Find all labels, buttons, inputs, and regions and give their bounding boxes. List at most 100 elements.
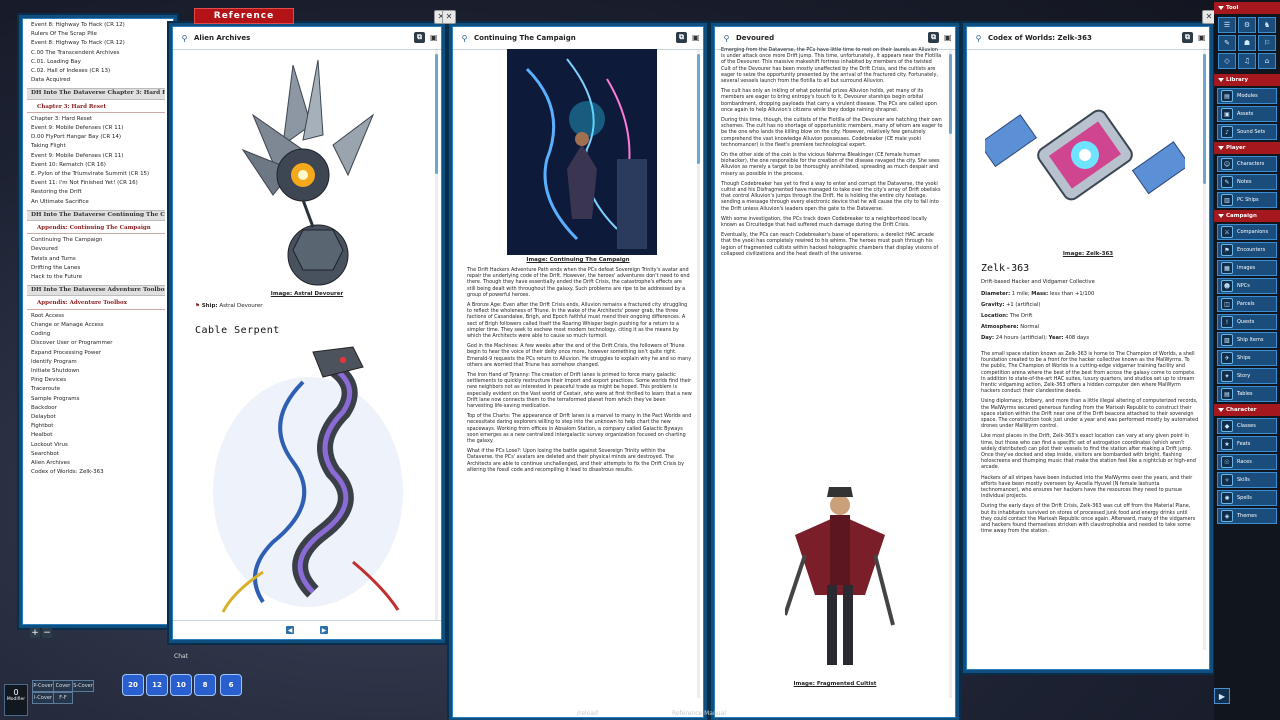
d20-dice[interactable]: 20: [122, 674, 144, 696]
link-icon[interactable]: ⧉: [1182, 32, 1193, 43]
reference-chapter-header[interactable]: Appendix: Continuing The Campaign: [27, 224, 165, 235]
tool-button-icon[interactable]: ⌂: [1258, 53, 1276, 69]
reference-list-item[interactable]: Rulers Of The Scrap Pile: [27, 30, 165, 39]
reference-list-item[interactable]: Traceroute: [27, 385, 165, 394]
reference-list-item[interactable]: Event 11: I'm Not Finished Yet! (CR 16): [27, 179, 165, 188]
reference-list-item[interactable]: Taking Flight: [27, 142, 165, 151]
sidebar-item-pc-ships[interactable]: ▥ PC Ships: [1217, 192, 1277, 208]
sidebar-item-story[interactable]: ✦ Story: [1217, 368, 1277, 384]
chat-toggle-button[interactable]: ▶: [1214, 688, 1230, 704]
sidebar-item-sound-sets[interactable]: ♪ Sound Sets: [1217, 124, 1277, 140]
sidebar-item-themes[interactable]: ◈ Themes: [1217, 508, 1277, 524]
tool-button-icon[interactable]: ⚙: [1238, 17, 1256, 33]
s-cover-button[interactable]: S-Cover: [72, 680, 94, 692]
d10-dice[interactable]: 10: [170, 674, 192, 696]
d12-dice[interactable]: 12: [146, 674, 168, 696]
reference-list-item[interactable]: Root Access: [27, 312, 165, 321]
reference-list-item[interactable]: Change or Manage Access: [27, 321, 165, 330]
lock-icon[interactable]: ▣: [944, 33, 952, 43]
reference-list-item[interactable]: Healbot: [27, 431, 165, 440]
reference-list-item[interactable]: C.02. Hall of Indexes (CR 13): [27, 67, 165, 76]
reference-list-item[interactable]: Event 10: Rematch (CR 16): [27, 161, 165, 170]
reference-list-item[interactable]: Searchbot: [27, 450, 165, 459]
sidebar-item-npcs[interactable]: ☻ NPCs: [1217, 278, 1277, 294]
reference-close-button[interactable]: ✕: [442, 10, 456, 24]
sidebar-section-header[interactable]: Player: [1214, 142, 1280, 154]
campaign-scrollbar[interactable]: [697, 50, 700, 698]
reference-list-item[interactable]: Expand Processing Power: [27, 349, 165, 358]
sidebar-item-spells[interactable]: ✺ Spells: [1217, 490, 1277, 506]
reference-list-item[interactable]: Initiate Shutdown: [27, 367, 165, 376]
sidebar-item-modules[interactable]: ▤ Modules: [1217, 88, 1277, 104]
tool-button-icon[interactable]: ✎: [1218, 35, 1236, 51]
tool-button-icon[interactable]: ◇: [1218, 53, 1236, 69]
cover-button[interactable]: Cover: [53, 680, 73, 692]
alien-archives-scrollbar[interactable]: [435, 50, 438, 620]
reference-list-item[interactable]: Data Acquired: [27, 76, 165, 85]
reference-list-item[interactable]: D.00 FlyPort Hangar Bay (CR 14): [27, 133, 165, 142]
sidebar-item-parcels[interactable]: ◫ Parcels: [1217, 296, 1277, 312]
p-cover-button[interactable]: P-Cover: [32, 680, 54, 692]
sidebar-item-feats[interactable]: ★ Feats: [1217, 436, 1277, 452]
sidebar-item-skills[interactable]: ✧ Skills: [1217, 472, 1277, 488]
reference-list-item[interactable]: Codex of Worlds: Zelk-363: [27, 468, 165, 477]
sidebar-item-ship-items[interactable]: ▨ Ship Items: [1217, 332, 1277, 348]
sidebar-item-ships[interactable]: ✈ Ships: [1217, 350, 1277, 366]
reference-group-header[interactable]: DH Into The Dataverse Continuing The Can: [27, 209, 165, 222]
link-icon[interactable]: ⧉: [414, 32, 425, 43]
prev-page-icon[interactable]: ◀: [286, 626, 294, 634]
reference-list-item[interactable]: Fightbot: [27, 422, 165, 431]
reference-list-item[interactable]: Delaybot: [27, 413, 165, 422]
codex-scrollbar[interactable]: [1203, 50, 1206, 650]
lock-icon[interactable]: ▣: [430, 33, 438, 43]
reference-list-item[interactable]: Devoured: [27, 245, 165, 254]
reference-list-item[interactable]: Twists and Turns: [27, 255, 165, 264]
reference-list-item[interactable]: Chapter 3: Hard Reset: [27, 115, 165, 124]
sidebar-item-characters[interactable]: ☺ Characters: [1217, 156, 1277, 172]
reference-list-item[interactable]: Lockout Virus: [27, 441, 165, 450]
link-icon[interactable]: ⧉: [676, 32, 687, 43]
sidebar-item-classes[interactable]: ◆ Classes: [1217, 418, 1277, 434]
reference-list-item[interactable]: Sample Programs: [27, 395, 165, 404]
lock-icon[interactable]: ▣: [692, 33, 700, 43]
sidebar-section-header[interactable]: Campaign: [1214, 210, 1280, 222]
reference-list-item[interactable]: Event 9: Mobile Defenses (CR 11): [27, 124, 165, 133]
reference-list-item[interactable]: Ping Devices: [27, 376, 165, 385]
devoured-scrollbar[interactable]: [949, 50, 952, 698]
sidebar-item-races[interactable]: ☉ Races: [1217, 454, 1277, 470]
lock-icon[interactable]: ▣: [1198, 33, 1206, 43]
tool-button-icon[interactable]: ♫: [1238, 53, 1256, 69]
reference-chapter-header[interactable]: Chapter 3: Hard Reset: [27, 103, 165, 113]
sidebar-item-companions[interactable]: ⚔ Companions: [1217, 224, 1277, 240]
modifier-box[interactable]: 0 Modifier: [4, 684, 28, 716]
reference-group-header[interactable]: DH Into The Dataverse Adventure Toolbox: [27, 285, 165, 297]
reference-list-item[interactable]: Identify Program: [27, 358, 165, 367]
d8-dice[interactable]: 8: [194, 674, 216, 696]
sidebar-item-quests[interactable]: ! Quests: [1217, 314, 1277, 330]
reference-list-item[interactable]: E. Pylon of the Triumvirate Summit (CR 1…: [27, 170, 165, 179]
d6-dice[interactable]: 6: [220, 674, 242, 696]
reference-add-button[interactable]: +: [30, 628, 40, 638]
sidebar-section-header[interactable]: Character: [1214, 404, 1280, 416]
reference-list-item[interactable]: Event 8: Highway To Hack (CR 12): [27, 21, 165, 30]
tool-button-icon[interactable]: ♞: [1258, 17, 1276, 33]
sidebar-section-header[interactable]: Library: [1214, 74, 1280, 86]
reference-list-item[interactable]: Hack to the Future: [27, 273, 165, 282]
tool-button-icon[interactable]: ☰: [1218, 17, 1236, 33]
reference-list-item[interactable]: Event 9: Mobile Defenses (CR 11): [27, 152, 165, 161]
link-icon[interactable]: ⧉: [928, 32, 939, 43]
flat-footed-button[interactable]: F-F: [53, 692, 73, 704]
reference-scrollbar[interactable]: [167, 42, 170, 605]
sidebar-item-tables[interactable]: ▤ Tables: [1217, 386, 1277, 402]
reference-list-item[interactable]: Backdoor: [27, 404, 165, 413]
reference-list-item[interactable]: C.00 The Transcendent Archives: [27, 49, 165, 58]
reference-list-item[interactable]: Event 8: Highway To Hack (CR 12): [27, 39, 165, 48]
i-cover-button[interactable]: I-Cover: [32, 692, 54, 704]
tool-button-icon[interactable]: ☗: [1238, 35, 1256, 51]
reference-group-header[interactable]: DH Into The Dataverse Chapter 3: Hard Re…: [27, 88, 165, 100]
sidebar-item-assets[interactable]: ▣ Assets: [1217, 106, 1277, 122]
sidebar-item-images[interactable]: ▦ Images: [1217, 260, 1277, 276]
chat-label[interactable]: Chat: [174, 653, 188, 660]
reference-list-item[interactable]: Continuing The Campaign: [27, 236, 165, 245]
reference-list-item[interactable]: An Ultimate Sacrifice: [27, 198, 165, 207]
